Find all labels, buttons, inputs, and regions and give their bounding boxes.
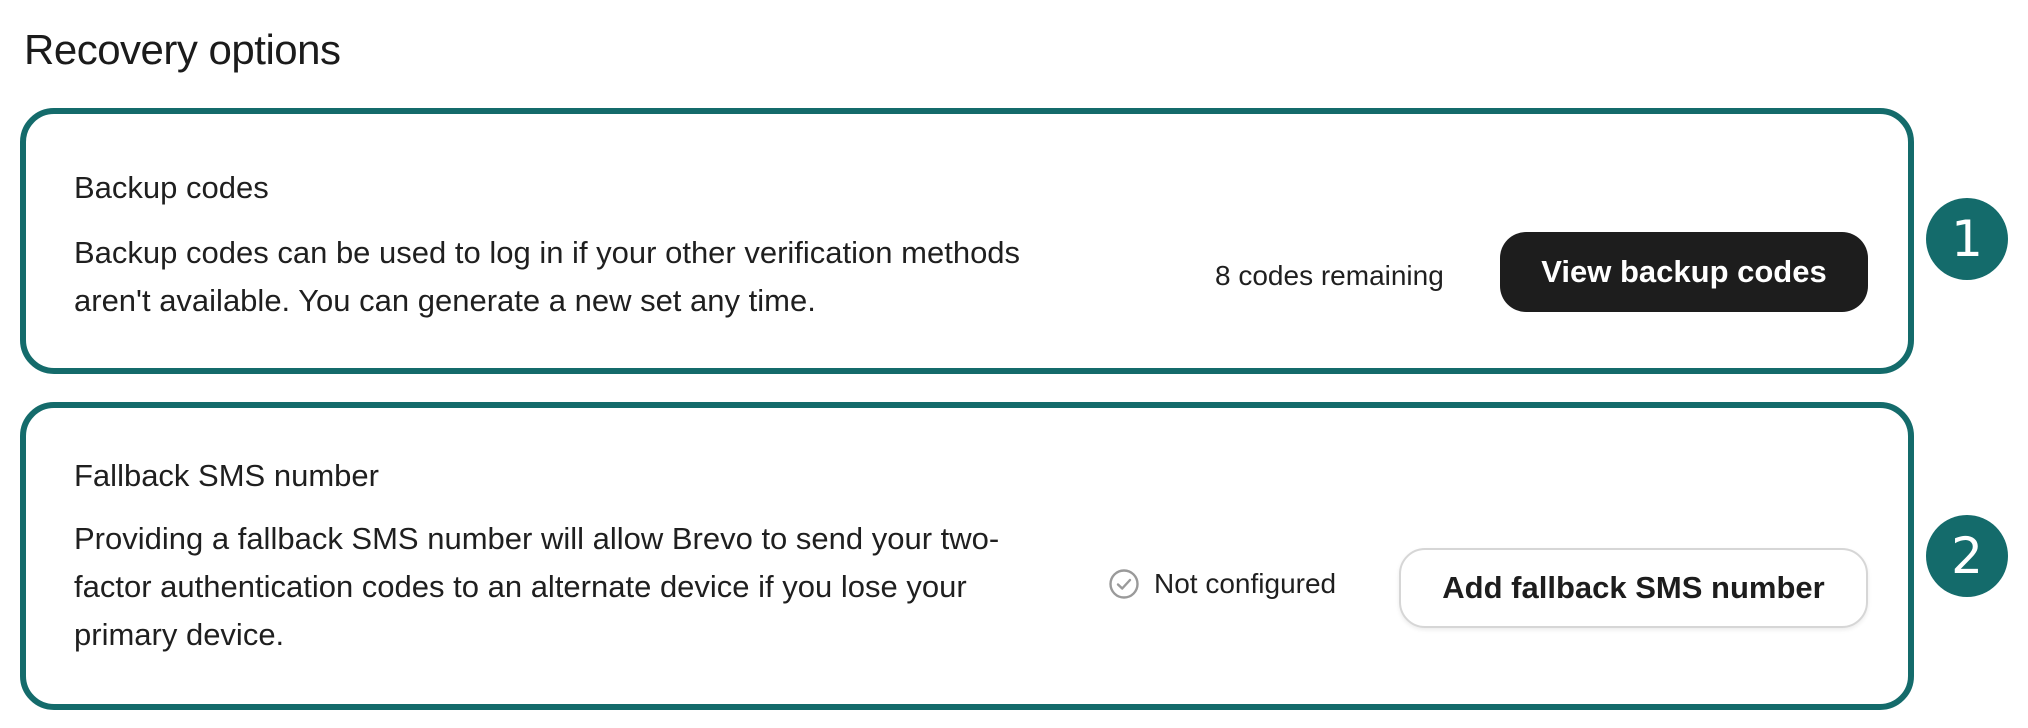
backup-codes-title: Backup codes <box>74 170 269 205</box>
fallback-sms-status: Not configured <box>1108 568 1336 600</box>
view-backup-codes-button[interactable]: View backup codes <box>1500 232 1868 312</box>
backup-codes-status: 8 codes remaining <box>1215 260 1444 292</box>
check-circle-icon <box>1108 568 1140 600</box>
annotation-badge-1: 1 <box>1926 198 2008 280</box>
annotation-badge-2: 2 <box>1926 515 2008 597</box>
add-fallback-sms-button[interactable]: Add fallback SMS number <box>1399 548 1868 628</box>
fallback-sms-title: Fallback SMS number <box>74 458 379 493</box>
section-title: Recovery options <box>24 26 341 73</box>
codes-remaining-text: 8 codes remaining <box>1215 260 1444 291</box>
fallback-sms-card: Fallback SMS number Providing a fallback… <box>20 402 1914 710</box>
backup-codes-description: Backup codes can be used to log in if yo… <box>74 235 1021 318</box>
not-configured-text: Not configured <box>1154 568 1337 599</box>
fallback-sms-description: Providing a fallback SMS number will all… <box>74 521 1000 652</box>
backup-codes-card: Backup codes Backup codes can be used to… <box>20 108 1914 374</box>
